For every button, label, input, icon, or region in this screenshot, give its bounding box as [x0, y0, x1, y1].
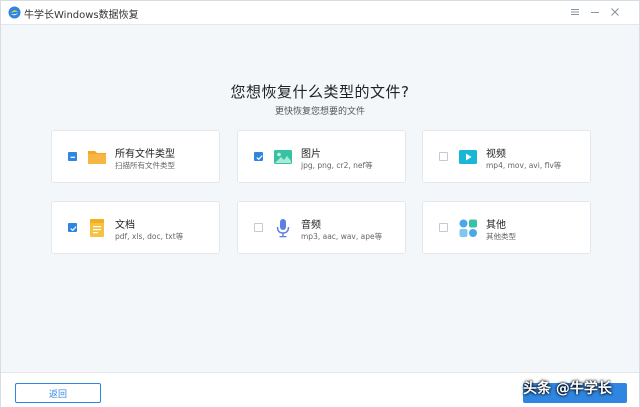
- file-type-card-images[interactable]: 图片 jpg, png, cr2, nef等: [237, 130, 406, 183]
- checkbox-documents[interactable]: [68, 223, 77, 232]
- file-type-card-all[interactable]: 所有文件类型 扫描所有文件类型: [51, 130, 220, 183]
- app-window: 牛学长Windows数据恢复 您想恢复什么类型的文件? 更快恢复您想要的文件 所…: [0, 0, 640, 407]
- file-type-card-video[interactable]: 视频 mp4, mov, avi, flv等: [422, 130, 591, 183]
- card-title: 所有文件类型: [115, 149, 175, 160]
- title-bar: 牛学长Windows数据恢复: [1, 1, 639, 25]
- card-title: 其他: [486, 220, 506, 231]
- file-type-card-audio[interactable]: 音频 mp3, aac, wav, ape等: [237, 201, 406, 254]
- close-button[interactable]: [607, 4, 623, 20]
- minimize-button[interactable]: [587, 4, 603, 20]
- image-icon: [274, 150, 292, 164]
- menu-icon: [571, 9, 579, 15]
- card-title: 图片: [301, 149, 321, 160]
- folder-icon: [88, 151, 106, 164]
- page-subtitle: 更快恢复您想要的文件: [274, 107, 365, 117]
- video-icon: [459, 150, 477, 164]
- checkbox-all[interactable]: [68, 152, 77, 161]
- page-title: 您想恢复什么类型的文件?: [230, 83, 410, 101]
- file-type-card-other[interactable]: 其他 其他类型: [422, 201, 591, 254]
- watermark: 头条 @牛学长: [523, 381, 612, 397]
- card-description: mp4, mov, avi, flv等: [486, 161, 562, 170]
- checkbox-video[interactable]: [439, 152, 448, 161]
- app-title: 牛学长Windows数据恢复: [24, 10, 139, 21]
- checkbox-other[interactable]: [439, 223, 448, 232]
- minimize-icon: [591, 12, 599, 13]
- file-type-card-documents[interactable]: 文档 pdf, xls, doc, txt等: [51, 201, 220, 254]
- back-button[interactable]: 返回: [15, 383, 101, 403]
- app-logo-icon: [8, 6, 21, 19]
- checkbox-audio[interactable]: [254, 223, 263, 232]
- other-files-icon: [459, 219, 477, 237]
- document-icon: [90, 219, 104, 237]
- menu-button[interactable]: [567, 4, 583, 20]
- card-title: 视频: [486, 149, 506, 160]
- card-description: jpg, png, cr2, nef等: [301, 161, 373, 170]
- card-description: 扫描所有文件类型: [115, 161, 175, 170]
- card-title: 音频: [301, 220, 321, 231]
- card-description: 其他类型: [486, 232, 516, 241]
- checkbox-images[interactable]: [254, 152, 263, 161]
- close-icon: [611, 8, 619, 16]
- microphone-icon: [276, 219, 290, 238]
- card-description: mp3, aac, wav, ape等: [301, 232, 383, 241]
- card-description: pdf, xls, doc, txt等: [115, 232, 184, 241]
- card-title: 文档: [115, 220, 135, 231]
